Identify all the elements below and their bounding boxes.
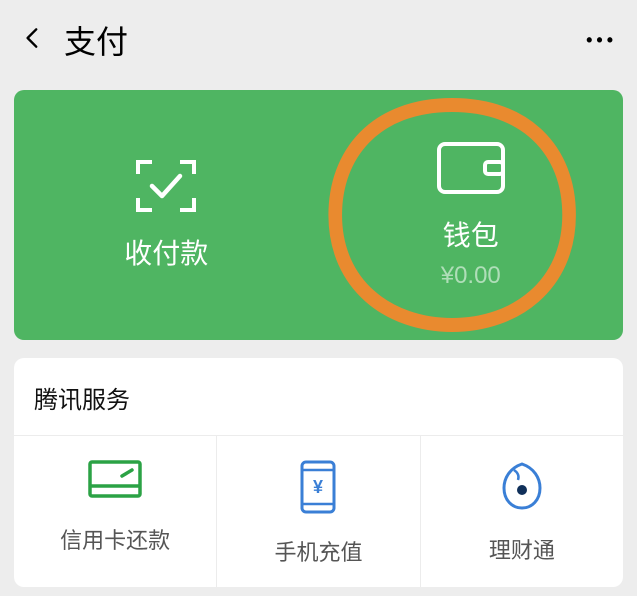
wallet-button[interactable]: 钱包 ¥0.00	[319, 90, 624, 340]
svg-text:¥: ¥	[313, 477, 323, 497]
phone-yen-icon: ¥	[298, 460, 338, 519]
pay-receive-button[interactable]: 收付款	[14, 90, 319, 340]
service-label: 理财通	[489, 533, 555, 565]
wallet-label: 钱包	[443, 214, 499, 254]
chevron-left-icon	[20, 25, 46, 51]
service-phone-topup[interactable]: ¥ 手机充值	[217, 436, 420, 587]
service-licaitong[interactable]: 理财通	[421, 436, 623, 587]
credit-card-icon	[88, 460, 142, 507]
wallet-balance: ¥0.00	[441, 262, 501, 290]
scan-check-icon	[134, 158, 198, 214]
finance-icon	[496, 460, 548, 517]
more-button[interactable]: •••	[586, 30, 617, 51]
header: 支付 •••	[0, 0, 637, 80]
page-title: 支付	[64, 17, 128, 63]
service-label: 信用卡还款	[60, 523, 170, 555]
main-card: 收付款 钱包 ¥0.00	[14, 90, 623, 340]
header-left: 支付	[20, 17, 128, 63]
service-credit-card[interactable]: 信用卡还款	[14, 436, 217, 587]
service-label: 手机充值	[274, 535, 362, 567]
pay-receive-label: 收付款	[124, 232, 208, 272]
tencent-services-section: 腾讯服务 信用卡还款 ¥ 手机充值	[14, 358, 623, 587]
more-icon: •••	[586, 30, 617, 50]
back-button[interactable]	[20, 25, 46, 56]
section-title: 腾讯服务	[14, 358, 623, 435]
wallet-icon	[435, 140, 507, 196]
services-grid: 信用卡还款 ¥ 手机充值 理财通	[14, 435, 623, 587]
